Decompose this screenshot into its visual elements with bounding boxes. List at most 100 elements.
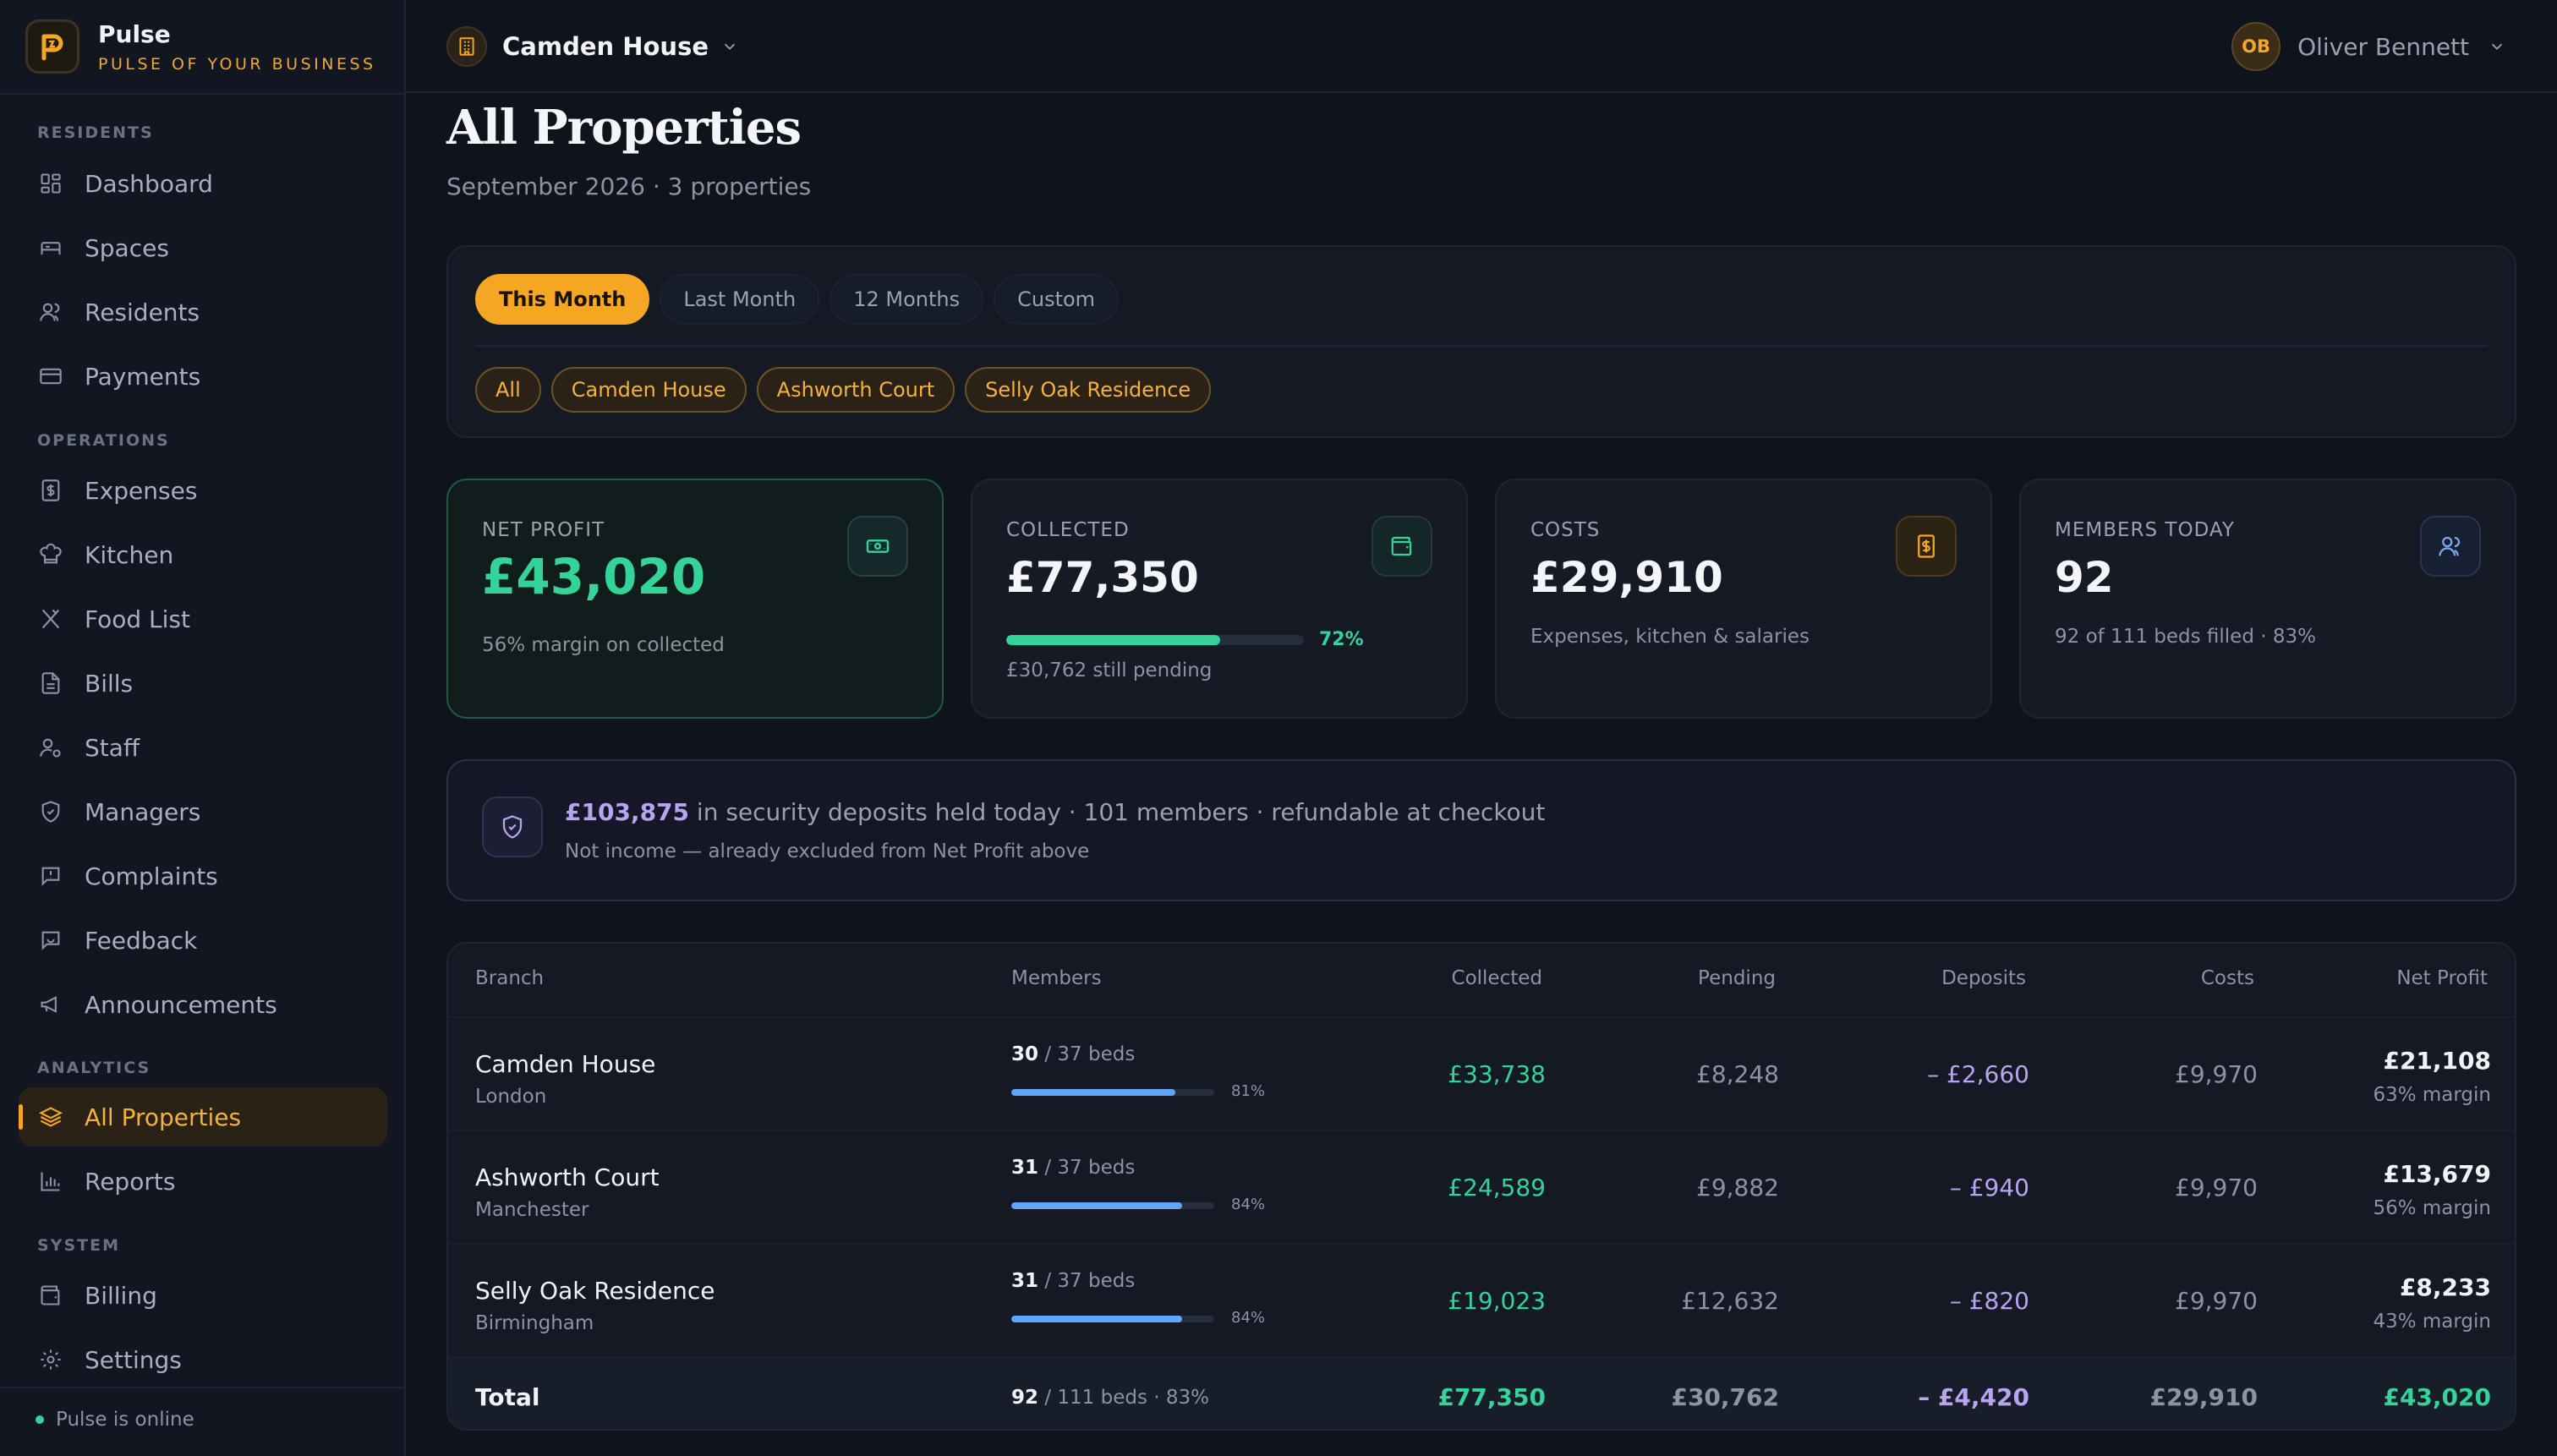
sidebar-item-managers[interactable]: Managers	[19, 782, 387, 841]
column-header-pending: Pending	[1698, 967, 1776, 989]
dashboard-icon	[37, 170, 64, 197]
building-icon	[446, 26, 487, 67]
net-profit-cell: £8,233	[2399, 1273, 2491, 1301]
pending-cell: £30,762	[1671, 1383, 1779, 1411]
sidebar-item-all-properties[interactable]: All Properties	[19, 1087, 387, 1147]
deposits-cell: – £820	[1949, 1287, 2029, 1315]
branch-city: London	[475, 1086, 547, 1108]
margin-cell: 43% margin	[2373, 1311, 2491, 1333]
filters-divider	[475, 345, 2488, 347]
pending-cell: £12,632	[1681, 1287, 1779, 1315]
sidebar-item-label: Settings	[85, 1345, 182, 1374]
online-status: Pulse is online	[36, 1409, 194, 1431]
sidebar-item-food-list[interactable]: Food List	[19, 589, 387, 649]
card-label: MEMBERS TODAY	[2055, 519, 2235, 541]
sidebar-item-label: Feedback	[85, 926, 198, 955]
tab-this-month[interactable]: This Month	[475, 274, 650, 325]
table-row[interactable]: Ashworth Court Manchester 31 / 37 beds 8…	[448, 1130, 2515, 1243]
deposit-amount: £103,875	[565, 798, 690, 826]
online-status-text: Pulse is online	[56, 1409, 194, 1431]
chip-camden-house[interactable]: Camden House	[550, 367, 747, 413]
receipt-icon	[1896, 516, 1957, 577]
security-deposit-banner: £103,875 in security deposits held today…	[446, 759, 2516, 901]
total-label: Total	[475, 1383, 540, 1411]
members-count: 31 / 37 beds	[1011, 1270, 1135, 1292]
sidebar-item-label: Managers	[85, 797, 201, 826]
wallet-icon	[1372, 516, 1432, 577]
message-smile-icon	[37, 927, 64, 954]
sidebar-item-settings[interactable]: Settings	[19, 1330, 387, 1389]
sidebar-item-label: Announcements	[85, 990, 277, 1019]
beds-value: / 37 beds	[1038, 1043, 1136, 1065]
costs-cell: £9,970	[2175, 1174, 2258, 1201]
tab-last-month[interactable]: Last Month	[660, 274, 820, 325]
occupancy-percent: 84%	[1231, 1196, 1266, 1213]
costs-cell: £9,970	[2175, 1287, 2258, 1315]
branch-name: Selly Oak Residence	[475, 1277, 715, 1305]
sidebar-item-spaces[interactable]: Spaces	[19, 218, 387, 277]
sidebar-item-label: Residents	[85, 298, 200, 326]
sidebar-item-payments[interactable]: Payments	[19, 347, 387, 406]
page-title: All Properties	[446, 100, 802, 156]
sidebar-item-complaints[interactable]: Complaints	[19, 846, 387, 906]
sidebar-item-label: Spaces	[85, 233, 169, 262]
message-alert-icon	[37, 862, 64, 889]
chip-all[interactable]: All	[475, 367, 541, 413]
pending-cell: £9,882	[1696, 1174, 1779, 1201]
beds-value: / 37 beds	[1038, 1157, 1136, 1179]
avatar: OB	[2231, 22, 2281, 71]
sidebar-item-reports[interactable]: Reports	[19, 1152, 387, 1211]
column-header-members: Members	[1011, 967, 1102, 989]
user-menu[interactable]: OB Oliver Bennett	[2231, 22, 2506, 71]
chip-selly-oak-residence[interactable]: Selly Oak Residence	[965, 367, 1212, 413]
collected-cell: £19,023	[1448, 1287, 1546, 1315]
tab-custom[interactable]: Custom	[994, 274, 1120, 325]
tab-12-months[interactable]: 12 Months	[830, 274, 984, 325]
table-row[interactable]: Selly Oak Residence Birmingham 31 / 37 b…	[448, 1243, 2515, 1356]
members-value: 31	[1011, 1157, 1039, 1179]
deposits-cell: – £940	[1949, 1174, 2029, 1201]
net-profit-card: NET PROFIT £43,020 56% margin on collect…	[446, 479, 944, 719]
sidebar-item-announcements[interactable]: Announcements	[19, 975, 387, 1034]
sidebar-divider	[0, 93, 404, 95]
period-tabs: This Month Last Month 12 Months Custom	[475, 274, 1120, 325]
card-label: NET PROFIT	[482, 519, 605, 541]
occupancy-bar	[1011, 1202, 1214, 1209]
beds-value: / 111 beds · 83%	[1038, 1387, 1209, 1409]
sidebar-item-dashboard[interactable]: Dashboard	[19, 154, 387, 213]
branch-table: Branch Members Collected Pending Deposit…	[446, 942, 2516, 1431]
sidebar-item-staff[interactable]: Staff	[19, 718, 387, 777]
sidebar: Pulse PULSE OF YOUR BUSINESS RESIDENTS D…	[0, 0, 406, 1456]
file-icon	[37, 670, 64, 697]
pulse-logo-icon	[25, 19, 79, 74]
net-profit-value: £43,020	[482, 548, 706, 605]
sidebar-item-kitchen[interactable]: Kitchen	[19, 525, 387, 584]
branch-city: Birmingham	[475, 1312, 594, 1334]
sidebar-item-bills[interactable]: Bills	[19, 654, 387, 713]
net-profit-cell: £13,679	[2383, 1160, 2491, 1188]
property-switcher[interactable]: Camden House	[446, 25, 739, 68]
sidebar-item-billing[interactable]: Billing	[19, 1266, 387, 1325]
bar-chart-icon	[37, 1168, 64, 1195]
users-icon	[2420, 516, 2481, 577]
sidebar-item-expenses[interactable]: Expenses	[19, 461, 387, 520]
members-count: 30 / 37 beds	[1011, 1043, 1135, 1065]
brand[interactable]: Pulse PULSE OF YOUR BUSINESS	[25, 19, 376, 74]
collected-card: COLLECTED £77,350 72% £30,762 still pend…	[971, 479, 1468, 719]
sidebar-item-residents[interactable]: Residents	[19, 282, 387, 342]
occupancy-percent: 84%	[1231, 1309, 1266, 1327]
brand-tagline: PULSE OF YOUR BUSINESS	[98, 54, 376, 74]
chip-ashworth-court[interactable]: Ashworth Court	[756, 367, 955, 413]
branch-name: Ashworth Court	[475, 1163, 660, 1191]
members-count: 92 / 111 beds · 83%	[1011, 1387, 1209, 1409]
card-note: £30,762 still pending	[1006, 660, 1213, 681]
card-note: Expenses, kitchen & salaries	[1530, 626, 1810, 648]
card-note: 92 of 111 beds filled · 83%	[2055, 626, 2316, 648]
table-row[interactable]: Camden House London 30 / 37 beds 81% £33…	[448, 1016, 2515, 1130]
nav-section-operations: OPERATIONS	[37, 431, 170, 450]
collected-progress: 72%	[1006, 629, 1364, 650]
sidebar-item-feedback[interactable]: Feedback	[19, 911, 387, 970]
column-header-branch: Branch	[475, 967, 545, 989]
collected-cell: £33,738	[1448, 1060, 1546, 1088]
sidebar-item-label: Food List	[85, 605, 190, 633]
